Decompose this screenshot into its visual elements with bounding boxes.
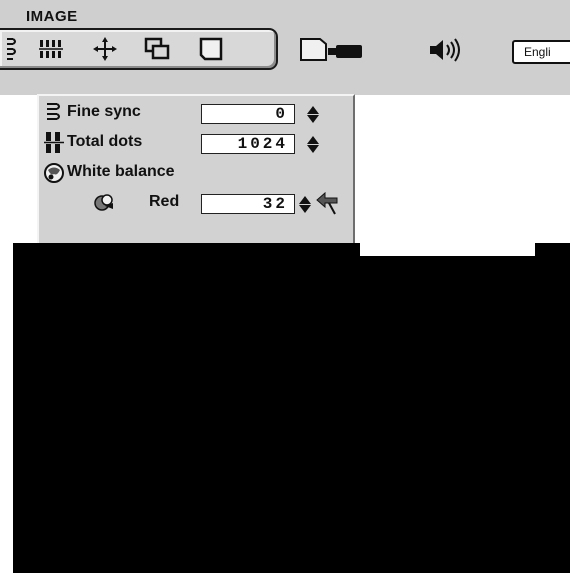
fine-sync-icon[interactable] (0, 36, 26, 62)
red-row[interactable]: Red 32 (39, 188, 355, 218)
fine-sync-icon (43, 102, 65, 124)
white-balance-icon (43, 162, 65, 184)
red-label: Red (149, 193, 180, 210)
red-channel-icon (93, 192, 115, 214)
projector-icon[interactable] (298, 36, 368, 64)
white-balance-row[interactable]: White balance (39, 158, 355, 188)
language-select[interactable]: Engli (512, 40, 570, 64)
total-dots-label: Total dots (67, 133, 143, 150)
screen-icon[interactable] (196, 36, 226, 62)
pc-adjust-icon[interactable] (142, 36, 172, 62)
red-value[interactable]: 32 (201, 194, 295, 214)
redacted-region (535, 243, 570, 256)
up-down-arrows-icon[interactable] (297, 193, 313, 215)
menu-title: IMAGE (26, 8, 78, 25)
fine-sync-label: Fine sync (67, 103, 141, 120)
total-dots-icon[interactable] (36, 36, 66, 62)
top-menu-bar: IMAGE Engli (0, 0, 570, 95)
redacted-region (13, 243, 360, 256)
back-arrow-icon[interactable] (315, 190, 339, 216)
image-icon-group (0, 28, 278, 70)
up-down-arrows-icon[interactable] (305, 103, 321, 125)
position-icon[interactable] (90, 36, 120, 62)
total-dots-value[interactable]: 1024 (201, 134, 295, 154)
up-down-arrows-icon[interactable] (305, 133, 321, 155)
speaker-icon[interactable] (426, 36, 466, 64)
total-dots-icon (43, 132, 65, 154)
fine-sync-value[interactable]: 0 (201, 104, 295, 124)
fine-sync-row[interactable]: Fine sync 0 (39, 98, 355, 128)
white-balance-label: White balance (67, 163, 175, 180)
total-dots-row[interactable]: Total dots 1024 (39, 128, 355, 158)
redacted-region (13, 256, 570, 573)
image-adjust-panel: Fine sync 0 Total dots 1024 White balanc… (37, 94, 355, 254)
